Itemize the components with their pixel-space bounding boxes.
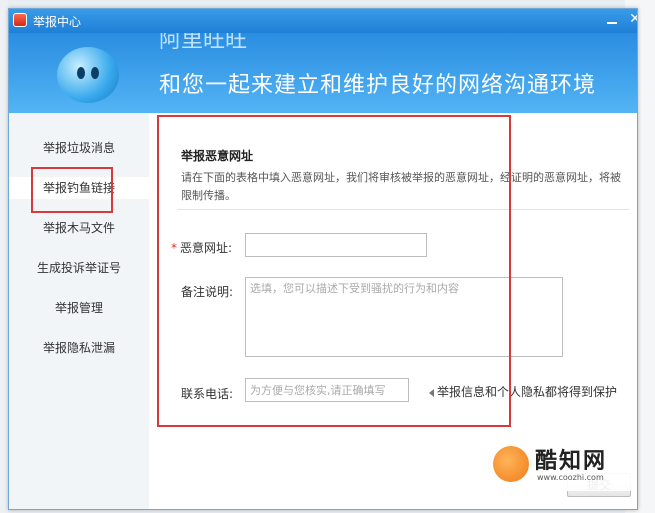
- watermark-name: 酷知网: [535, 449, 608, 474]
- mascot-eye: [77, 67, 85, 79]
- pointer-icon: [429, 388, 434, 397]
- remark-label: 备注说明:: [181, 285, 234, 299]
- section-title: 举报恶意网址: [181, 149, 254, 163]
- sidebar-item-trojan[interactable]: 举报木马文件: [9, 217, 149, 239]
- title-bar[interactable]: 举报中心 ✕: [9, 9, 637, 33]
- window-title: 举报中心: [33, 15, 82, 29]
- app-icon: [13, 13, 27, 27]
- phone-input[interactable]: [245, 378, 409, 402]
- privacy-note: 举报信息和个人隐私都将得到保护: [429, 383, 617, 400]
- form-description: 请在下面的表格中填入恶意网址，我们将审核被举报的恶意网址，经证明的恶意网址，将被…: [181, 171, 621, 202]
- url-label-row: * 恶意网址:: [171, 239, 232, 256]
- sidebar-item-phishing[interactable]: 举报钓鱼链接: [9, 177, 149, 199]
- banner: 阿里旺旺 和您一起来建立和维护良好的网络沟通环境: [9, 33, 637, 113]
- remark-textarea[interactable]: [245, 277, 563, 357]
- mascot-eye: [91, 67, 99, 79]
- background-left: [0, 0, 8, 513]
- url-input[interactable]: [245, 233, 427, 257]
- banner-slogan: 和您一起来建立和维护良好的网络沟通环境: [159, 73, 597, 98]
- sidebar-item-manage[interactable]: 举报管理: [9, 297, 149, 319]
- required-mark: *: [171, 241, 177, 255]
- watermark-logo-icon: [493, 446, 529, 482]
- privacy-note-text: 举报信息和个人隐私都将得到保护: [437, 385, 618, 399]
- divider: [177, 209, 629, 210]
- mascot-icon: [57, 47, 119, 103]
- phone-label: 联系电话:: [181, 387, 234, 401]
- sidebar-item-spam[interactable]: 举报垃圾消息: [9, 137, 149, 159]
- watermark: 酷知网 www.coozhi.com: [487, 437, 637, 491]
- sidebar: 举报垃圾消息 举报钓鱼链接 举报木马文件 生成投诉举证号 举报管理 举报隐私泄漏: [9, 113, 149, 509]
- banner-subtitle: 阿里旺旺: [159, 33, 248, 49]
- report-center-window: 举报中心 ✕ 阿里旺旺 和您一起来建立和维护良好的网络沟通环境 举报垃圾消息 举…: [8, 8, 638, 510]
- watermark-url: www.coozhi.com: [537, 473, 604, 482]
- sidebar-item-privacy[interactable]: 举报隐私泄漏: [9, 337, 149, 359]
- close-icon[interactable]: ✕: [627, 11, 637, 27]
- url-label: 恶意网址:: [180, 241, 233, 255]
- minimize-icon[interactable]: [605, 13, 619, 27]
- sidebar-item-evidence[interactable]: 生成投诉举证号: [9, 257, 149, 279]
